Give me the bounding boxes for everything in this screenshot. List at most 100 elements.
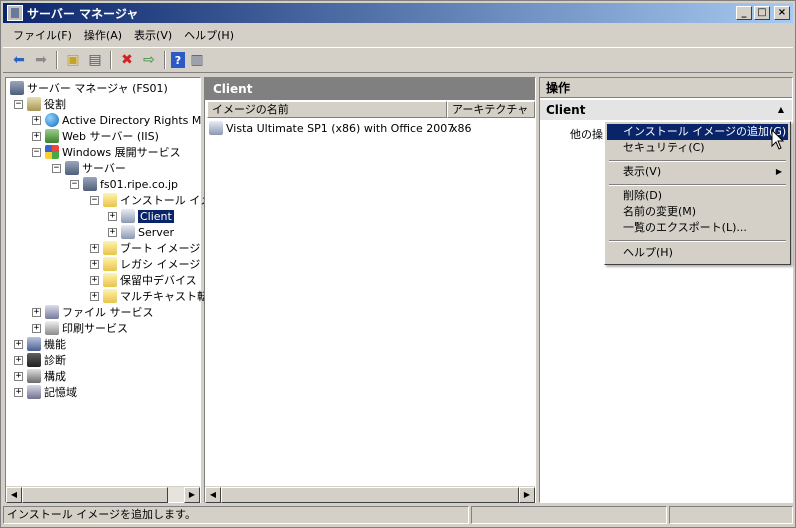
minimize-button[interactable]: _	[736, 6, 752, 20]
tree-item-wds[interactable]: − Windows 展開サービス	[32, 144, 181, 160]
scroll-thumb[interactable]	[22, 487, 168, 503]
tree-item-diagnostics[interactable]: + 診断	[14, 352, 66, 368]
show-hide-tree-icon[interactable]: ▤	[85, 50, 105, 70]
tree-label: 構成	[44, 370, 66, 383]
expand-icon[interactable]: +	[32, 115, 41, 125]
action-more-actions[interactable]: 他の操	[570, 126, 603, 142]
install-image-icon	[209, 121, 223, 135]
image-group-icon	[121, 225, 135, 239]
tree-item-storage[interactable]: + 記憶域	[14, 384, 77, 400]
tree-item-file-services[interactable]: + ファイル サービス	[32, 304, 154, 320]
scroll-right-icon[interactable]: ▶	[519, 487, 535, 503]
delete-icon[interactable]: ✖	[117, 50, 137, 70]
results-horizontal-scrollbar[interactable]: ◀ ▶	[205, 486, 535, 503]
menu-item-view[interactable]: 表示(V) ▶	[607, 164, 788, 180]
expand-icon[interactable]: +	[32, 307, 41, 317]
expand-icon[interactable]: +	[90, 275, 99, 285]
column-architecture[interactable]: アーキテクチャ	[447, 101, 535, 118]
tree-label: fs01.ripe.co.jp	[100, 177, 179, 191]
scroll-thumb[interactable]	[221, 487, 519, 503]
configuration-icon	[27, 369, 41, 383]
close-button[interactable]: ×	[774, 6, 790, 20]
tree-item-install-images[interactable]: − インストール イメ	[90, 192, 211, 208]
tree-item-configuration[interactable]: + 構成	[14, 368, 66, 384]
menu-item-add-install-image[interactable]: インストール イメージの追加(G)	[607, 124, 788, 140]
expand-icon[interactable]: +	[32, 323, 41, 333]
scroll-right-icon[interactable]: ▶	[184, 487, 200, 503]
tree-label: Active Directory Rights M	[62, 113, 202, 127]
tree-label: マルチキャスト転	[120, 290, 208, 303]
menu-action[interactable]: 操作(A)	[78, 27, 128, 43]
status-panel-2	[471, 506, 667, 524]
collapse-icon[interactable]: −	[90, 195, 99, 205]
toolbar-separator	[56, 51, 58, 69]
tree-item-print-services[interactable]: + 印刷サービス	[32, 320, 128, 336]
menu-help[interactable]: ヘルプ(H)	[178, 27, 240, 43]
menu-item-delete[interactable]: 削除(D)	[607, 188, 788, 204]
tree-item-legacy-images[interactable]: + レガシ イメージ	[90, 256, 200, 272]
title-bar[interactable]: サーバー マネージャ _ □ ×	[3, 3, 793, 23]
collapse-icon[interactable]: −	[32, 147, 41, 157]
tree-item-adrms[interactable]: + Active Directory Rights M	[32, 112, 201, 128]
help-icon[interactable]: ?	[171, 52, 185, 68]
scroll-left-icon[interactable]: ◀	[6, 487, 22, 503]
menu-item-export-list[interactable]: 一覧のエクスポート(L)...	[607, 220, 788, 236]
tree-item-servers[interactable]: − サーバー	[52, 160, 126, 176]
column-image-name[interactable]: イメージの名前	[207, 101, 447, 118]
expand-icon[interactable]: +	[14, 355, 23, 365]
roles-icon	[27, 97, 41, 111]
expand-icon[interactable]: +	[108, 227, 117, 237]
tree-item-server[interactable]: + Server	[108, 224, 174, 240]
forward-arrow-icon[interactable]: ➡	[31, 50, 51, 70]
scroll-left-icon[interactable]: ◀	[205, 487, 221, 503]
menu-item-rename[interactable]: 名前の変更(M)	[607, 204, 788, 220]
folder-icon	[103, 241, 117, 255]
menu-file[interactable]: ファイル(F)	[7, 27, 78, 43]
expand-icon[interactable]: +	[90, 291, 99, 301]
tree-horizontal-scrollbar[interactable]: ◀ ▶	[6, 486, 200, 503]
up-folder-icon[interactable]: ▣	[63, 50, 83, 70]
folder-icon	[103, 257, 117, 271]
expand-icon[interactable]: +	[14, 371, 23, 381]
collapse-icon[interactable]: −	[52, 163, 61, 173]
menu-view[interactable]: 表示(V)	[128, 27, 178, 43]
menu-item-security[interactable]: セキュリティ(C)	[607, 140, 788, 156]
tree-label: 役割	[44, 98, 66, 111]
export-list-icon[interactable]: ⇨	[139, 50, 159, 70]
back-arrow-icon[interactable]: ⬅	[9, 50, 29, 70]
diagnostics-icon	[27, 353, 41, 367]
tree-item-boot-images[interactable]: + ブート イメージ	[90, 240, 200, 256]
tree-item-client[interactable]: + Client	[108, 208, 174, 224]
actions-section-client[interactable]: Client ▲	[540, 100, 792, 120]
expand-icon[interactable]: +	[90, 243, 99, 253]
tree-item-pending-devices[interactable]: + 保留中デバイス	[90, 272, 197, 288]
tree-label-selected: Client	[138, 209, 174, 223]
expand-icon[interactable]: +	[14, 339, 23, 349]
tree-label: 保留中デバイス	[120, 274, 197, 287]
toolbar-separator	[164, 51, 166, 69]
server-manager-icon	[7, 5, 23, 21]
table-row[interactable]: Vista Ultimate SP1 (x86) with Office 200…	[209, 120, 454, 136]
tree-label: ブート イメージ	[120, 242, 201, 255]
tree-item-root[interactable]: サーバー マネージャ (FS01)	[10, 80, 168, 96]
expand-icon[interactable]: +	[108, 211, 117, 221]
tree-item-features[interactable]: + 機能	[14, 336, 66, 352]
toolbar: ⬅ ➡ ▣ ▤ ✖ ⇨ ? ▥	[3, 47, 793, 73]
tree-label: サーバー マネージャ (FS01)	[27, 82, 168, 95]
maximize-button[interactable]: □	[754, 6, 770, 20]
collapse-icon[interactable]: −	[14, 99, 23, 109]
collapse-arrow-icon[interactable]: ▲	[778, 100, 784, 120]
tree-item-host[interactable]: − fs01.ripe.co.jp	[70, 176, 178, 192]
tree-item-multicast[interactable]: + マルチキャスト転	[90, 288, 208, 304]
folder-icon	[103, 289, 117, 303]
expand-icon[interactable]: +	[90, 259, 99, 269]
show-hide-action-pane-icon[interactable]: ▥	[187, 50, 207, 70]
tree-item-roles[interactable]: − 役割	[14, 96, 66, 112]
expand-icon[interactable]: +	[32, 131, 41, 141]
tree-item-web-server[interactable]: + Web サーバー (IIS)	[32, 128, 159, 144]
menu-item-help[interactable]: ヘルプ(H)	[607, 245, 788, 261]
menu-separator	[609, 184, 786, 186]
menu-separator	[609, 160, 786, 162]
expand-icon[interactable]: +	[14, 387, 23, 397]
collapse-icon[interactable]: −	[70, 179, 79, 189]
